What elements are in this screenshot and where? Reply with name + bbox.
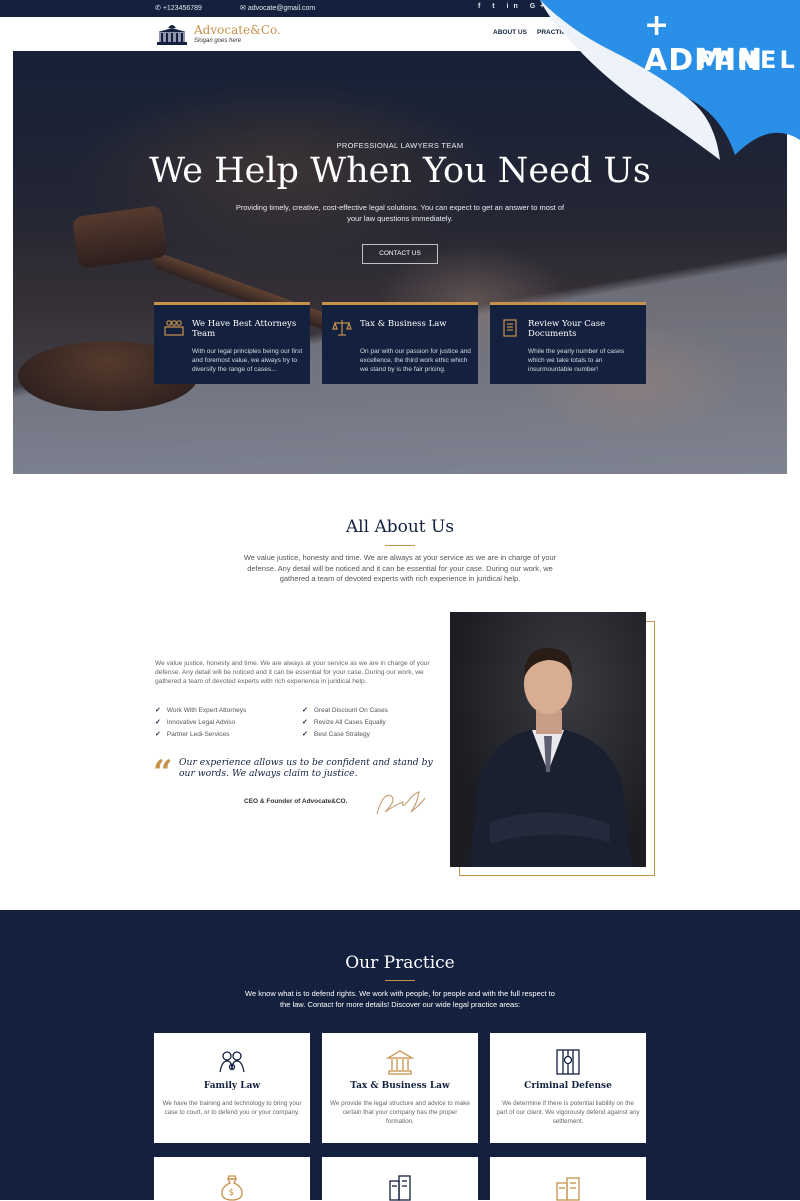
feature-card-title: Review Your Case Documents <box>528 319 606 339</box>
check-icon: ✓ <box>155 731 161 738</box>
email-address[interactable]: advocate@gmail.com <box>248 5 315 12</box>
email-contact[interactable]: ✉ advocate@gmail.com <box>240 4 315 12</box>
check-label: Great Discount On Cases <box>313 707 388 714</box>
check-label: Work With Expert Attorneys <box>166 707 247 714</box>
about-intro: We value justice, honesty and time. We a… <box>243 553 557 583</box>
practice-card-text: We determine if there is potential liabi… <box>496 1100 640 1125</box>
practice-card-title: Tax & Business Law <box>350 1081 450 1091</box>
practice-divider <box>385 980 415 981</box>
check-item: ✓ Innovative Legal Adviso <box>155 718 235 726</box>
real-estate-icon <box>556 1177 580 1201</box>
svg-text:$: $ <box>229 1188 235 1198</box>
contact-us-button[interactable]: CONTACT US <box>362 244 438 264</box>
practice-card-title: Family Law <box>203 1081 261 1091</box>
attorneys-icon <box>164 320 184 336</box>
practice-card-text: We have the training and technology to b… <box>162 1100 302 1116</box>
check-icon: ✓ <box>302 707 308 714</box>
check-icon: ✓ <box>302 719 308 726</box>
practice-card-family[interactable]: Family Law We have the training and tech… <box>154 1033 310 1143</box>
bank-icon <box>386 1050 414 1075</box>
about-title: All About Us <box>345 517 455 537</box>
logo-title[interactable]: Advocate&Co. <box>194 23 281 37</box>
check-icon: ✓ <box>155 707 161 714</box>
feature-card-tax[interactable]: Tax & Business Law On par with our passi… <box>322 302 478 384</box>
practice-card-criminal[interactable]: Criminal Defense We determine if there i… <box>490 1033 646 1143</box>
practice-card-money[interactable]: $ <box>154 1157 310 1201</box>
practice-card-corporate[interactable] <box>322 1157 478 1201</box>
feature-card-text: With our legal principles being our firs… <box>192 348 303 373</box>
nav-about-us[interactable]: ABOUT US <box>493 29 527 36</box>
check-label: Partner Ledi-Services <box>166 731 230 738</box>
check-icon: ✓ <box>155 719 161 726</box>
quote-icon: “ <box>153 753 173 793</box>
practice-title: Our Practice <box>345 953 455 973</box>
document-icon <box>503 319 517 337</box>
check-item: ✓ Best Case Strategy <box>302 730 370 738</box>
signature-image <box>376 791 426 815</box>
practice-card-tax[interactable]: Tax & Business Law We provide the legal … <box>322 1033 478 1143</box>
check-label: Revize All Cases Equally <box>313 719 386 726</box>
phone-contact[interactable]: ✆ +123456789 <box>155 4 202 12</box>
check-icon: ✓ <box>302 731 308 738</box>
courthouse-logo-icon[interactable] <box>155 22 189 46</box>
check-label: Best Case Strategy <box>313 731 370 738</box>
feature-card-documents[interactable]: Review Your Case Documents While the yea… <box>490 302 646 384</box>
practice-card-realestate[interactable] <box>490 1157 646 1201</box>
feature-card-text: While the yearly number of cases which w… <box>528 348 625 373</box>
family-icon <box>219 1051 245 1073</box>
feature-card-text: On par with our passion for justice and … <box>360 348 471 373</box>
money-bag-icon: $ <box>221 1175 243 1201</box>
prison-icon <box>556 1049 580 1075</box>
about-divider <box>385 545 415 546</box>
logo-slogan: Slogan goes here <box>194 38 242 44</box>
buildings-icon <box>389 1175 411 1201</box>
check-item: ✓ Work With Expert Attorneys <box>155 706 246 714</box>
about-body: We value justice, honesty and time. We a… <box>155 660 430 686</box>
check-label: Innovative Legal Adviso <box>166 719 236 726</box>
hero-subtitle: Providing timely, creative, cost-effecti… <box>235 203 565 223</box>
ceo-caption: CEO & Founder of Advocate&CO. <box>244 798 348 805</box>
scales-icon <box>332 320 352 336</box>
ceo-photo <box>450 612 646 867</box>
check-item: ✓ Partner Ledi-Services <box>155 730 229 738</box>
feature-card-title: Tax & Business Law <box>360 319 447 329</box>
ribbon-line-2: PANEL <box>697 46 798 74</box>
about-quote: Our experience allows us to be confident… <box>179 757 433 779</box>
feature-card-attorneys[interactable]: We Have Best Attorneys Team With our leg… <box>154 302 310 384</box>
feature-card-title: We Have Best Attorneys Team <box>192 319 297 339</box>
check-item: ✓ Revize All Cases Equally <box>302 718 386 726</box>
practice-card-text: We provide the legal structure and advic… <box>330 1100 470 1125</box>
practice-intro: We know what is to defend rights. We wor… <box>245 989 555 1009</box>
check-item: ✓ Great Discount On Cases <box>302 706 388 714</box>
phone-number[interactable]: +123456789 <box>163 5 202 12</box>
practice-card-title: Criminal Defense <box>524 1081 612 1091</box>
